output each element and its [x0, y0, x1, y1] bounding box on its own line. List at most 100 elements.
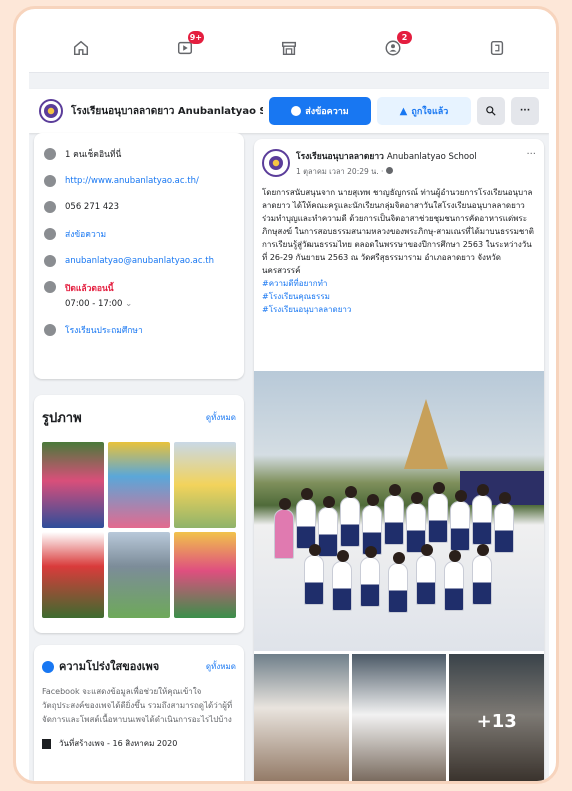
school-emblem-icon: [269, 156, 283, 170]
post-header: โรงเรียนอนุบาลลาดยาว Anubanlatyao School…: [254, 139, 544, 184]
gaming-icon: [490, 40, 504, 55]
post-author-name[interactable]: โรงเรียนอนุบาลลาดยาว: [296, 152, 384, 162]
hashtag-link[interactable]: #โรงเรียนอนุบาลลาดยาว: [262, 303, 536, 316]
page-created-row: วันที่สร้างเพจ - 16 สิงหาคม 2020: [42, 737, 236, 750]
photo-thumbnail[interactable]: [42, 532, 104, 618]
home-tab[interactable]: [64, 33, 98, 63]
groups-badge: 2: [397, 30, 412, 44]
student-figure: [304, 544, 324, 605]
hashtag-link[interactable]: #โรงเรียนคุณธรรม: [262, 290, 536, 303]
student-figure: [360, 546, 380, 607]
photos-card: รูปภาพ ดูทั้งหมด: [34, 395, 244, 633]
student-group: [274, 482, 536, 629]
email-link[interactable]: anubanlatyao@anubanlatyao.ac.th: [65, 256, 214, 266]
video-badge: 9+: [187, 30, 204, 44]
page-transparency-card: ความโปร่งใสของเพจ ดูทั้งหมด Facebook จะแ…: [34, 645, 244, 781]
post-author-english[interactable]: Anubanlatyao School: [387, 152, 477, 162]
globe-icon: [44, 175, 56, 187]
transparency-header: ความโปร่งใสของเพจ ดูทั้งหมด: [42, 657, 236, 675]
student-figure: [318, 496, 338, 557]
marketplace-tab[interactable]: [272, 33, 306, 63]
photo-thumbnail[interactable]: [174, 532, 236, 618]
page-header-bar: โรงเรียนอนุบาลลาดยาว Anubanlatyao Sch...…: [29, 89, 549, 133]
thumbs-up-icon: ▲: [399, 105, 408, 117]
website-row: http://www.anubanlatyao.ac.th/: [44, 175, 234, 187]
hours-line[interactable]: 07:00 - 17:00 ⌄: [65, 299, 132, 309]
transparency-title-wrap: ความโปร่งใสของเพจ: [42, 657, 159, 675]
liked-button[interactable]: ▲ ถูกใจแล้ว: [377, 97, 471, 125]
page-created-text: วันที่สร้างเพจ - 16 สิงหาคม 2020: [59, 739, 178, 748]
post-photo-thumbnail[interactable]: [351, 654, 447, 781]
post-timestamp[interactable]: 1 ตุลาคม เวลา 20:29 น. ·: [296, 167, 386, 176]
photo-thumbnail[interactable]: [42, 442, 104, 528]
watch-tab[interactable]: 9+: [168, 30, 204, 63]
transparency-title: ความโปร่งใสของเพจ: [59, 660, 160, 673]
post-body: โดยการสนับสนุนจาก นายสุเทพ ชาญธัญกรณ์ ท่…: [254, 184, 544, 318]
messenger-link[interactable]: ส่งข้อความ: [65, 227, 106, 241]
public-globe-icon: [385, 167, 393, 174]
messenger-icon: [44, 228, 56, 240]
post-photo-thumbnail[interactable]: [254, 654, 349, 781]
hours-text: 07:00 - 17:00: [65, 299, 123, 309]
page-logo[interactable]: [39, 99, 63, 123]
search-button[interactable]: [477, 97, 505, 125]
transparency-see-all-link[interactable]: ดูทั้งหมด: [206, 660, 236, 673]
category-link[interactable]: โรงเรียนประถมศึกษา: [65, 323, 143, 337]
tablet-frame: 9+ 2 โรงเรียนอนุบาลลาดยาว Anubanlatyao S…: [13, 6, 559, 784]
flag-icon: [42, 738, 51, 749]
post-main-photo[interactable]: [254, 371, 544, 651]
store-icon: [281, 41, 297, 55]
photo-thumbnail[interactable]: [108, 442, 170, 528]
facebook-icon: [42, 661, 54, 673]
post-photo-strip: +13: [254, 654, 544, 781]
page-name[interactable]: โรงเรียนอนุบาลลาดยาว Anubanlatyao Sch...: [71, 104, 263, 119]
student-figure: [472, 484, 492, 545]
student-figure: [428, 482, 448, 543]
student-figure: [450, 490, 470, 551]
top-navigation: 9+ 2: [29, 23, 549, 73]
send-message-button[interactable]: ส่งข้อความ: [269, 97, 371, 125]
groups-tab[interactable]: 2: [376, 30, 412, 63]
student-figure: [332, 550, 352, 611]
post-options-button[interactable]: ···: [526, 149, 536, 160]
student-figure: [494, 492, 514, 553]
photo-grid: [42, 442, 236, 618]
messenger-row: ส่งข้อความ: [44, 227, 234, 241]
student-figure: [274, 498, 294, 559]
send-message-label: ส่งข้อความ: [305, 107, 349, 117]
student-figure: [388, 552, 408, 613]
closed-status: ปิดแล้วตอนนี้: [65, 284, 114, 294]
about-card: 1 คนเช็คอินที่นี่ http://www.anubanlatya…: [34, 133, 244, 379]
school-emblem-icon: [44, 104, 58, 118]
post-meta: โรงเรียนอนุบาลลาดยาว Anubanlatyao School…: [296, 149, 477, 178]
clock-icon: [44, 281, 56, 293]
post-author-avatar[interactable]: [262, 149, 290, 177]
liked-label: ถูกใจแล้ว: [411, 107, 449, 117]
student-figure: [296, 488, 316, 549]
checkins-text: 1 คนเช็คอินที่นี่: [65, 150, 122, 160]
messenger-icon: [291, 106, 302, 116]
student-figure: [384, 484, 404, 545]
student-figure: [444, 550, 464, 611]
post-photo-thumbnail[interactable]: +13: [449, 654, 544, 781]
more-photos-overlay[interactable]: +13: [449, 654, 544, 781]
phone-number[interactable]: 056 271 423: [65, 202, 119, 212]
more-options-button[interactable]: ···: [511, 97, 539, 125]
location-pin-icon: [44, 148, 56, 160]
hours-block: ปิดแล้วตอนนี้ 07:00 - 17:00 ⌄: [65, 281, 132, 309]
student-figure: [340, 486, 360, 547]
website-link[interactable]: http://www.anubanlatyao.ac.th/: [65, 176, 199, 186]
gaming-tab[interactable]: [480, 33, 514, 63]
search-icon: [486, 106, 496, 116]
photo-thumbnail[interactable]: [108, 532, 170, 618]
photos-see-all-link[interactable]: ดูทั้งหมด: [206, 411, 236, 424]
photo-thumbnail[interactable]: [174, 442, 236, 528]
chevron-down-icon: ⌄: [125, 299, 133, 309]
temple-shape: [404, 399, 448, 469]
hashtag-link[interactable]: #ความดีที่อยากทำ: [262, 277, 536, 290]
photos-header: รูปภาพ ดูทั้งหมด: [42, 407, 236, 428]
post-time-line: 1 ตุลาคม เวลา 20:29 น. ·: [296, 166, 477, 178]
photos-title: รูปภาพ: [42, 411, 82, 426]
post-text: โดยการสนับสนุนจาก นายสุเทพ ชาญธัญกรณ์ ท่…: [262, 188, 534, 275]
category-row: โรงเรียนประถมศึกษา: [44, 323, 234, 337]
